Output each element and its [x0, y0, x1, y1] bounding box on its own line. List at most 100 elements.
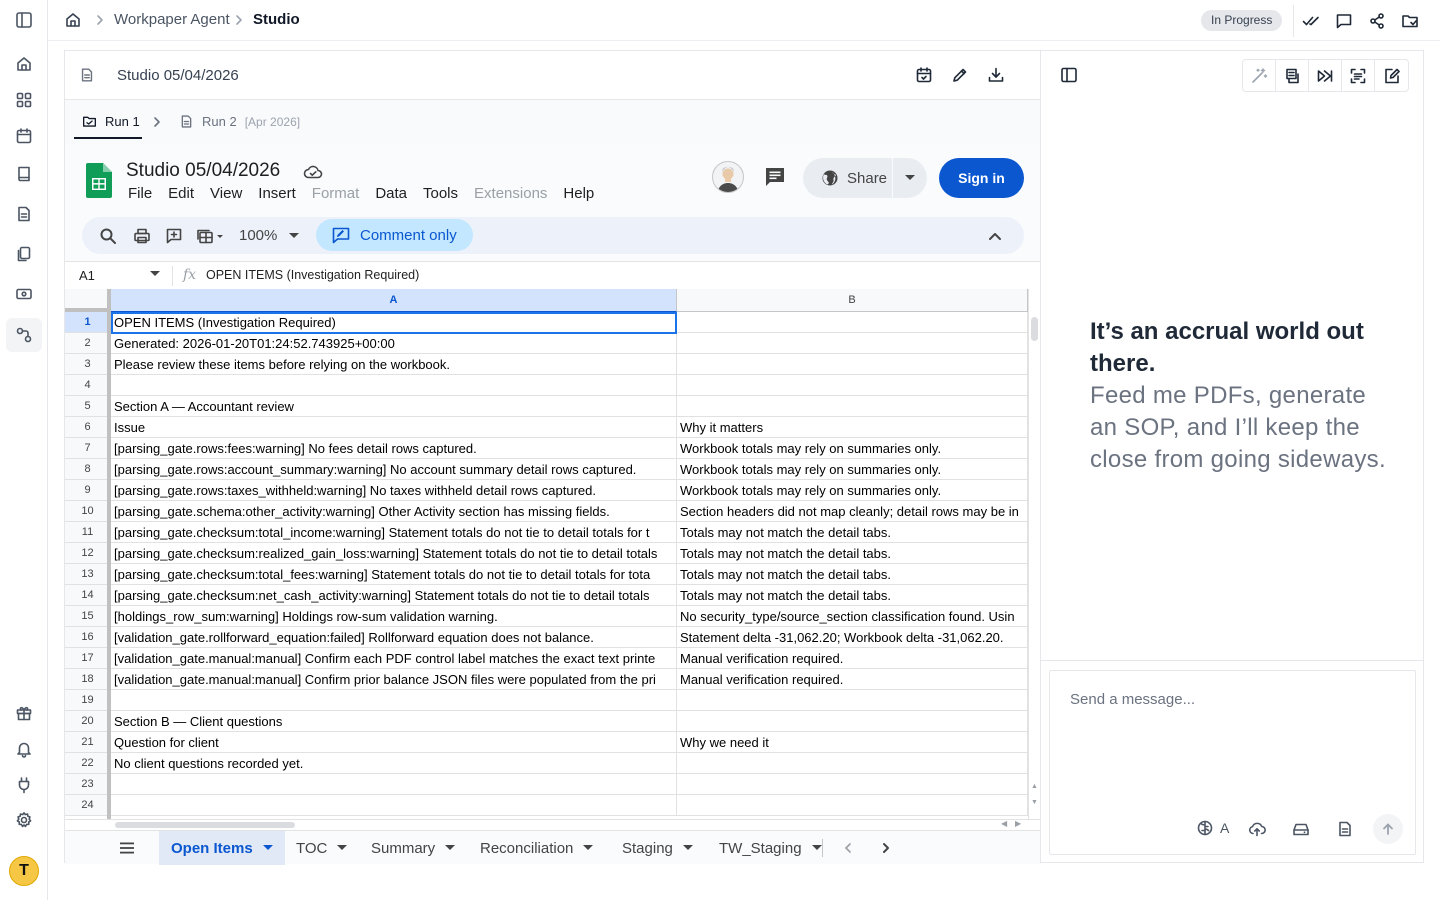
cloud-status-icon[interactable] — [302, 163, 324, 181]
sheet-grid[interactable]: A B 1 OPEN ITEMS (Investigation Required)… — [65, 289, 1041, 819]
scroll-right-arrow[interactable]: ▶ — [1015, 819, 1021, 828]
comment-history-icon[interactable] — [763, 165, 787, 189]
cell-a[interactable]: No client questions recorded yet. — [111, 753, 677, 774]
cell-a[interactable]: Generated: 2026-01-20T01:24:52.743925+00… — [111, 333, 677, 354]
cell-a[interactable]: Section B — Client questions — [111, 711, 677, 732]
row-number[interactable]: 19 — [65, 690, 111, 711]
formula-input[interactable]: OPEN ITEMS (Investigation Required) — [206, 268, 419, 282]
menu-edit[interactable]: Edit — [168, 185, 194, 202]
name-box[interactable]: A1 — [79, 268, 95, 283]
sheet-tab[interactable]: TOC — [284, 831, 359, 865]
sheet-tab[interactable]: Reconciliation — [468, 831, 605, 865]
zoom-level[interactable]: 100% — [239, 227, 277, 244]
cell-b[interactable]: Workbook totals may rely on summaries on… — [677, 480, 1028, 501]
upload-cloud-icon[interactable] — [1247, 819, 1267, 839]
home-icon[interactable] — [12, 52, 36, 76]
cell-a[interactable]: OPEN ITEMS (Investigation Required) — [111, 312, 677, 333]
bell-icon[interactable] — [12, 737, 36, 761]
cell-a[interactable]: [parsing_gate.rows:account_summary:warni… — [111, 459, 677, 480]
name-box-dropdown-icon[interactable] — [150, 271, 160, 277]
gift-icon[interactable] — [12, 701, 36, 725]
check-all-icon[interactable] — [1294, 5, 1327, 37]
folder-icon[interactable] — [1393, 5, 1426, 37]
share-button[interactable]: Share — [803, 158, 927, 198]
cell-b[interactable]: Manual verification required. — [677, 669, 1028, 690]
cell-a[interactable] — [111, 690, 677, 711]
copy-icon[interactable] — [12, 242, 36, 266]
chat-input[interactable] — [1070, 691, 1390, 708]
cell-a[interactable]: Question for client — [111, 732, 677, 753]
card-icon[interactable] — [12, 282, 36, 306]
cell-b[interactable] — [677, 753, 1028, 774]
vertical-scroll-thumb[interactable] — [1031, 317, 1038, 341]
cell-a[interactable]: [parsing_gate.rows:fees:warning] No fees… — [111, 438, 677, 459]
menu-insert[interactable]: Insert — [258, 185, 296, 202]
cell-b[interactable]: Why it matters — [677, 417, 1028, 438]
sheet-title[interactable]: Studio 05/04/2026 — [126, 160, 280, 182]
print-icon[interactable] — [132, 226, 152, 246]
column-header-b[interactable]: B — [677, 289, 1028, 312]
row-number[interactable]: 14 — [65, 585, 111, 606]
row-number[interactable]: 21 — [65, 732, 111, 753]
row-number[interactable]: 7 — [65, 438, 111, 459]
cell-a[interactable]: [parsing_gate.checksum:total_income:warn… — [111, 522, 677, 543]
row-number[interactable]: 6 — [65, 417, 111, 438]
cell-b[interactable]: Statement delta -31,062.20; Workbook del… — [677, 627, 1028, 648]
sheet-tab-dropdown-icon[interactable] — [811, 845, 822, 851]
menu-data[interactable]: Data — [375, 185, 407, 202]
scan-text-icon[interactable] — [1342, 60, 1375, 91]
cell-b[interactable] — [677, 795, 1028, 816]
send-button[interactable] — [1373, 814, 1403, 844]
cell-b[interactable] — [677, 774, 1028, 795]
cell-a[interactable] — [111, 774, 677, 795]
cell-a[interactable]: [holdings_row_sum:warning] Holdings row-… — [111, 606, 677, 627]
share-icon[interactable] — [1360, 5, 1393, 37]
fast-forward-icon[interactable] — [1309, 60, 1342, 91]
row-number[interactable]: 24 — [65, 795, 111, 816]
row-number[interactable]: 23 — [65, 774, 111, 795]
tab-run-1[interactable]: Run 1 — [82, 114, 140, 129]
panel-toggle-icon[interactable] — [1059, 65, 1079, 85]
edit-note-icon[interactable] — [1375, 60, 1408, 91]
plug-icon[interactable] — [12, 773, 36, 797]
frozen-column-divider[interactable] — [107, 289, 111, 819]
sheet-tab[interactable]: Staging — [610, 831, 705, 865]
horizontal-scroll-thumb[interactable] — [115, 822, 295, 828]
search-icon[interactable] — [98, 226, 118, 246]
menu-help[interactable]: Help — [563, 185, 594, 202]
row-number[interactable]: 2 — [65, 333, 111, 354]
cell-a[interactable]: Issue — [111, 417, 677, 438]
row-number[interactable]: 15 — [65, 606, 111, 627]
document-icon[interactable] — [12, 202, 36, 226]
home-breadcrumb-icon[interactable] — [62, 9, 84, 31]
row-number[interactable]: 5 — [65, 396, 111, 417]
schedule-icon[interactable] — [913, 64, 935, 86]
cell-b[interactable] — [677, 333, 1028, 354]
cell-a[interactable]: [parsing_gate.schema:other_activity:warn… — [111, 501, 677, 522]
book-icon[interactable] — [12, 162, 36, 186]
sheet-tab[interactable]: TW_Staging — [707, 831, 834, 865]
sheet-tab-dropdown-icon[interactable] — [583, 845, 594, 851]
attach-document-icon[interactable] — [1335, 819, 1355, 839]
cell-a[interactable]: Please review these items before relying… — [111, 354, 677, 375]
cell-a[interactable]: [validation_gate.rollforward_equation:fa… — [111, 627, 677, 648]
drive-icon[interactable] — [1291, 819, 1311, 839]
cell-a[interactable]: [parsing_gate.checksum:total_fees:warnin… — [111, 564, 677, 585]
row-number[interactable]: 22 — [65, 753, 111, 774]
comment-icon[interactable] — [1327, 5, 1360, 37]
sign-in-button[interactable]: Sign in — [939, 158, 1024, 198]
cell-b[interactable]: Totals may not match the detail tabs. — [677, 585, 1028, 606]
sheet-tab-dropdown-icon[interactable] — [445, 845, 456, 851]
cell-b[interactable]: Workbook totals may rely on summaries on… — [677, 459, 1028, 480]
row-number[interactable]: 4 — [65, 375, 111, 396]
cell-a[interactable]: [parsing_gate.checksum:realized_gain_los… — [111, 543, 677, 564]
dashboard-icon[interactable] — [12, 88, 36, 112]
settings-icon[interactable] — [12, 808, 36, 832]
table-options-icon[interactable] — [195, 226, 229, 246]
cell-a[interactable]: [parsing_gate.rows:taxes_withheld:warnin… — [111, 480, 677, 501]
cell-b[interactable]: Totals may not match the detail tabs. — [677, 543, 1028, 564]
app-logo[interactable]: T — [9, 856, 39, 886]
cell-a[interactable] — [111, 375, 677, 396]
horizontal-scrollbar[interactable]: ◀ ▶ — [65, 819, 1041, 830]
row-number[interactable]: 3 — [65, 354, 111, 375]
